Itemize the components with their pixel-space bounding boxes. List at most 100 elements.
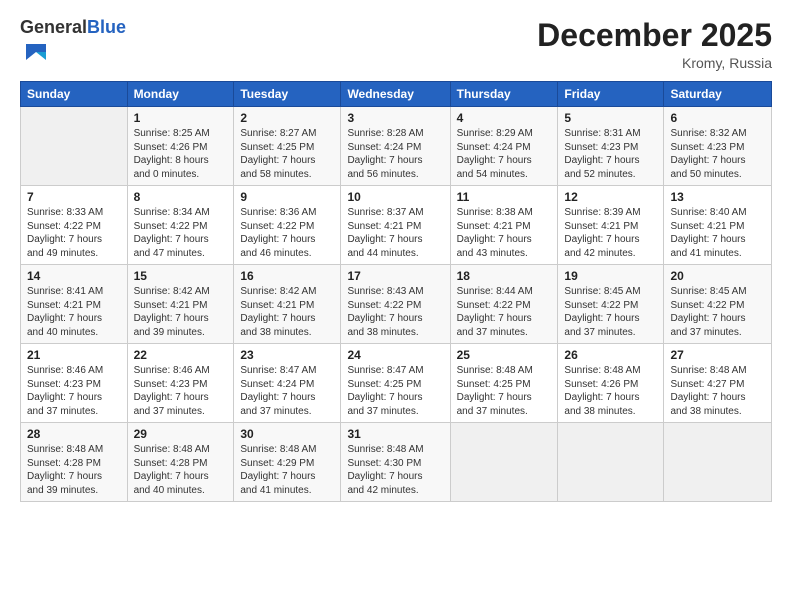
calendar-cell: 3 Sunrise: 8:28 AMSunset: 4:24 PMDaylight… — [341, 107, 450, 186]
day-number: 4 — [457, 111, 552, 125]
logo-blue: Blue — [87, 17, 126, 37]
day-info: Sunrise: 8:42 AMSunset: 4:21 PMDaylight:… — [134, 285, 228, 339]
calendar-cell: 2Sunrise: 8:27 AMSunset: 4:25 PMDaylight… — [234, 107, 341, 186]
day-number: 29 — [134, 427, 228, 441]
day-number: 20 — [670, 269, 765, 283]
day-number: 17 — [347, 269, 443, 283]
calendar-cell: 16 Sunrise: 8:42 AMSunset: 4:21 PMDayligh… — [234, 265, 341, 344]
calendar-cell: 5Sunrise: 8:31 AMSunset: 4:23 PMDaylight… — [558, 107, 664, 186]
day-info: Sunrise: 8:45 AMSunset: 4:22 PMDaylight:… — [564, 285, 657, 339]
calendar-week-row: 14Sunrise: 8:41 AMSunset: 4:21 PMDayligh… — [21, 265, 772, 344]
day-info: Sunrise: 8:38 AMSunset: 4:21 PMDaylight:… — [457, 206, 552, 260]
day-info: Sunrise: 8:40 AMSunset: 4:21 PMDaylight:… — [670, 206, 765, 260]
calendar-cell: 19 Sunrise: 8:45 AMSunset: 4:22 PMDayligh… — [558, 265, 664, 344]
calendar-cell: 18 Sunrise: 8:44 AMSunset: 4:22 PMDayligh… — [450, 265, 558, 344]
calendar-cell: 29 Sunrise: 8:48 AMSunset: 4:28 PMDayligh… — [127, 423, 234, 502]
day-info: Sunrise: 8:37 AMSunset: 4:21 PMDaylight:… — [347, 206, 443, 260]
day-info: Sunrise: 8:45 AMSunset: 4:22 PMDaylight:… — [670, 285, 765, 339]
calendar-page: GeneralBlue December 2025 Kromy, Russia … — [0, 0, 792, 612]
day-info: Sunrise: 8:48 AMSunset: 4:28 PMDaylight:… — [27, 443, 121, 497]
day-number: 30 — [240, 427, 334, 441]
calendar-table: SundayMondayTuesdayWednesdayThursdayFrid… — [20, 81, 772, 502]
day-info: Sunrise: 8:48 AMSunset: 4:30 PMDaylight:… — [347, 443, 443, 497]
logo-icon — [22, 38, 50, 66]
calendar-cell: 31 Sunrise: 8:48 AMSunset: 4:30 PMDayligh… — [341, 423, 450, 502]
calendar-cell: 11 Sunrise: 8:38 AMSunset: 4:21 PMDayligh… — [450, 186, 558, 265]
calendar-cell: 7 Sunrise: 8:33 AMSunset: 4:22 PMDaylight… — [21, 186, 128, 265]
day-info: Sunrise: 8:48 AMSunset: 4:29 PMDaylight:… — [240, 443, 334, 497]
day-info: Sunrise: 8:28 AMSunset: 4:24 PMDaylight:… — [347, 127, 443, 181]
day-number: 23 — [240, 348, 334, 362]
calendar-cell: 12 Sunrise: 8:39 AMSunset: 4:21 PMDayligh… — [558, 186, 664, 265]
month-title: December 2025 — [537, 18, 772, 53]
page-header: GeneralBlue December 2025 Kromy, Russia — [20, 18, 772, 71]
calendar-cell: 8Sunrise: 8:34 AMSunset: 4:22 PMDaylight… — [127, 186, 234, 265]
calendar-cell: 22Sunrise: 8:46 AMSunset: 4:23 PMDayligh… — [127, 344, 234, 423]
calendar-cell: 30 Sunrise: 8:48 AMSunset: 4:29 PMDayligh… — [234, 423, 341, 502]
calendar-cell: 21 Sunrise: 8:46 AMSunset: 4:23 PMDayligh… — [21, 344, 128, 423]
day-info: Sunrise: 8:32 AMSunset: 4:23 PMDaylight:… — [670, 127, 765, 181]
day-number: 14 — [27, 269, 121, 283]
calendar-cell: 23Sunrise: 8:47 AMSunset: 4:24 PMDayligh… — [234, 344, 341, 423]
calendar-cell: 6 Sunrise: 8:32 AMSunset: 4:23 PMDaylight… — [664, 107, 772, 186]
col-header-thursday: Thursday — [450, 82, 558, 107]
calendar-cell: 27Sunrise: 8:48 AMSunset: 4:27 PMDayligh… — [664, 344, 772, 423]
day-number: 7 — [27, 190, 121, 204]
calendar-cell: 24Sunrise: 8:47 AMSunset: 4:25 PMDayligh… — [341, 344, 450, 423]
day-number: 18 — [457, 269, 552, 283]
calendar-cell: 28 Sunrise: 8:48 AMSunset: 4:28 PMDayligh… — [21, 423, 128, 502]
day-number: 21 — [27, 348, 121, 362]
day-number: 15 — [134, 269, 228, 283]
day-number: 31 — [347, 427, 443, 441]
calendar-cell — [450, 423, 558, 502]
day-info: Sunrise: 8:44 AMSunset: 4:22 PMDaylight:… — [457, 285, 552, 339]
col-header-sunday: Sunday — [21, 82, 128, 107]
calendar-cell: 20 Sunrise: 8:45 AMSunset: 4:22 PMDayligh… — [664, 265, 772, 344]
day-info: Sunrise: 8:33 AMSunset: 4:22 PMDaylight:… — [27, 206, 121, 260]
calendar-week-row: 1 Sunrise: 8:25 AMSunset: 4:26 PMDaylight… — [21, 107, 772, 186]
day-info: Sunrise: 8:29 AMSunset: 4:24 PMDaylight:… — [457, 127, 552, 181]
calendar-cell: 14Sunrise: 8:41 AMSunset: 4:21 PMDayligh… — [21, 265, 128, 344]
day-number: 12 — [564, 190, 657, 204]
day-number: 26 — [564, 348, 657, 362]
day-number: 10 — [347, 190, 443, 204]
logo-general: General — [20, 17, 87, 37]
day-info: Sunrise: 8:48 AMSunset: 4:25 PMDaylight:… — [457, 364, 552, 418]
day-number: 1 — [134, 111, 228, 125]
day-number: 13 — [670, 190, 765, 204]
day-number: 24 — [347, 348, 443, 362]
day-number: 16 — [240, 269, 334, 283]
calendar-cell: 10 Sunrise: 8:37 AMSunset: 4:21 PMDayligh… — [341, 186, 450, 265]
calendar-cell — [558, 423, 664, 502]
day-info: Sunrise: 8:42 AMSunset: 4:21 PMDaylight:… — [240, 285, 334, 339]
calendar-week-row: 28 Sunrise: 8:48 AMSunset: 4:28 PMDayligh… — [21, 423, 772, 502]
day-number: 27 — [670, 348, 765, 362]
col-header-tuesday: Tuesday — [234, 82, 341, 107]
calendar-cell: 4 Sunrise: 8:29 AMSunset: 4:24 PMDaylight… — [450, 107, 558, 186]
day-info: Sunrise: 8:36 AMSunset: 4:22 PMDaylight:… — [240, 206, 334, 260]
day-number: 2 — [240, 111, 334, 125]
day-info: Sunrise: 8:48 AMSunset: 4:28 PMDaylight:… — [134, 443, 228, 497]
calendar-week-row: 7 Sunrise: 8:33 AMSunset: 4:22 PMDaylight… — [21, 186, 772, 265]
col-header-wednesday: Wednesday — [341, 82, 450, 107]
calendar-cell: 9Sunrise: 8:36 AMSunset: 4:22 PMDaylight… — [234, 186, 341, 265]
col-header-friday: Friday — [558, 82, 664, 107]
title-block: December 2025 Kromy, Russia — [537, 18, 772, 71]
day-number: 8 — [134, 190, 228, 204]
day-number: 28 — [27, 427, 121, 441]
day-number: 19 — [564, 269, 657, 283]
day-info: Sunrise: 8:46 AMSunset: 4:23 PMDaylight:… — [134, 364, 228, 418]
day-info: Sunrise: 8:46 AMSunset: 4:23 PMDaylight:… — [27, 364, 121, 418]
day-info: Sunrise: 8:25 AMSunset: 4:26 PMDaylight:… — [134, 127, 228, 181]
calendar-cell — [21, 107, 128, 186]
day-number: 11 — [457, 190, 552, 204]
logo: GeneralBlue — [20, 18, 126, 71]
day-info: Sunrise: 8:31 AMSunset: 4:23 PMDaylight:… — [564, 127, 657, 181]
day-number: 6 — [670, 111, 765, 125]
day-number: 3 — [347, 111, 443, 125]
day-number: 25 — [457, 348, 552, 362]
calendar-cell: 26Sunrise: 8:48 AMSunset: 4:26 PMDayligh… — [558, 344, 664, 423]
calendar-cell: 15 Sunrise: 8:42 AMSunset: 4:21 PMDayligh… — [127, 265, 234, 344]
day-info: Sunrise: 8:39 AMSunset: 4:21 PMDaylight:… — [564, 206, 657, 260]
calendar-cell: 13 Sunrise: 8:40 AMSunset: 4:21 PMDayligh… — [664, 186, 772, 265]
